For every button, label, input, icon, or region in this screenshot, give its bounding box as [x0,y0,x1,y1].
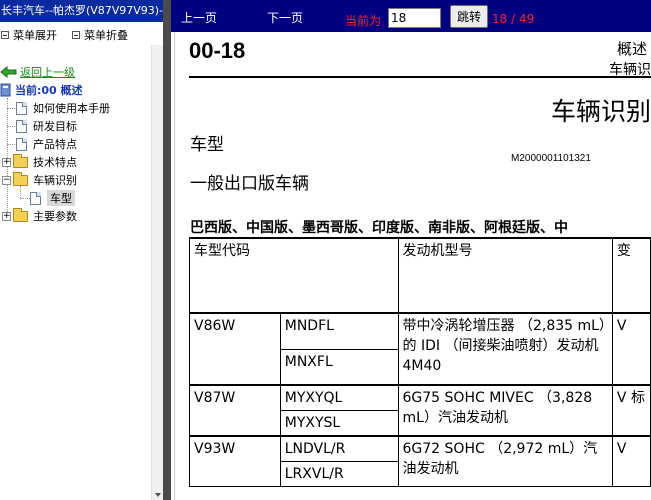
document-icon [30,191,41,205]
code-cell: LRXVL/R [279,461,399,487]
tree-item-dev-goals[interactable]: 研发目标 [16,118,77,134]
code-cell: MNXFL [279,348,399,386]
header-rule [189,76,651,78]
engine-cell: 6G75 SOHC MIVEC （3,828 mL）汽油发动机 [397,384,613,437]
tree-item-model[interactable]: 车型 [30,190,75,206]
expand-plus-icon[interactable]: + [2,157,11,167]
tree-toolbar: 菜单展开 菜单折叠 [0,27,163,45]
tree-scrollbar[interactable] [151,45,163,500]
extra-cell: V [611,312,651,386]
tree-item-how-to-use[interactable]: 如何使用本手册 [16,100,110,116]
back-link[interactable]: 返回上一级 [0,64,75,80]
table-row: V87W MYXYQL 6G75 SOHC MIVEC （3,828 mL）汽油… [189,384,651,437]
folder-open-icon [13,171,28,186]
current-node-label: 当前:00 概述 [15,84,83,97]
tree-item-product-features[interactable]: 产品特点 [16,136,77,152]
document-code: M2000001101321 [511,153,591,164]
tree-item-label-selected: 车型 [47,190,75,206]
collapse-menu-button[interactable]: 菜单折叠 [72,27,128,43]
region-list: 巴西版、中国版、墨西哥版、印度版、南非版、阿根廷版、中 [190,220,568,236]
section-number: 00-18 [189,38,246,63]
document-icon [16,101,27,115]
tree-item-label: 主要参数 [33,210,77,223]
table-row: V86W MNDFL 带中冷涡轮增压器 （2,835 mL）的 IDI （间接柴… [189,312,651,386]
tree-item-main-params[interactable]: + 主要参数 [2,207,77,224]
jump-button[interactable]: 跳转 [450,5,488,28]
expand-menu-button[interactable]: 菜单展开 [1,27,57,43]
tree-item-label: 车辆识别 [33,174,77,187]
collapse-minus-icon[interactable]: − [2,175,11,185]
window-title: 长丰汽车--帕杰罗(V87V97V93)- [0,0,163,22]
page-title: 车辆识别 [551,97,651,126]
folder-icon [13,207,28,222]
content-pane: 上一页 下一页 当前为 跳转 18 / 49 00-18 概述 车辆识 车辆识别… [171,0,651,500]
code-cell: LNDVL/R [279,435,399,462]
tree-item-label: 产品特点 [33,138,77,151]
engine-cell: 带中冷涡轮增压器 （2,835 mL）的 IDI （间接柴油喷射）发动机 4M4… [397,312,613,386]
current-node: 当前:00 概述 [0,82,83,98]
expand-menu-label: 菜单展开 [13,29,57,42]
document-icon [16,137,27,151]
extra-cell: V 标 [611,384,651,437]
tree-item-label: 研发目标 [33,120,77,133]
extra-cell: V [611,435,651,487]
document-page: 00-18 概述 车辆识 车辆识别 车型 M2000001101321 一般出口… [171,32,651,500]
table-row: V93W LNDVL/R 6G72 SOHC （2,972 mL）汽油发动机 V [189,435,651,487]
tree-item-label: 如何使用本手册 [33,102,110,115]
table-header: 变 [611,237,651,314]
heading-export: 一般出口版车辆 [190,174,309,194]
tree-item-tech-features[interactable]: + 技术特点 [2,153,77,170]
engine-cell: 6G72 SOHC （2,972 mL）汽油发动机 [397,435,613,487]
table-header: 发动机型号 [397,237,613,314]
folder-icon [13,153,28,168]
model-cell: V93W [189,435,281,487]
code-cell: MYXYQL [279,384,399,411]
collapse-menu-label: 菜单折叠 [84,29,128,42]
section-name: 概述 [616,40,647,58]
scroll-down-icon[interactable] [155,493,161,497]
page-navbar: 上一页 下一页 当前为 跳转 18 / 49 [171,0,651,32]
tree-item-vehicle-id[interactable]: − 车辆识别 [2,171,77,188]
page-count: 18 / 49 [492,12,535,26]
pane-splitter[interactable] [163,0,171,500]
table-header-row: 车型代码 发动机型号 变 [189,237,651,314]
code-cell: MYXYSL [279,410,399,437]
tree-item-label: 技术特点 [33,156,77,169]
current-page-label: 当前为 [345,14,382,28]
expand-icon [1,31,9,39]
back-arrow-icon [0,66,17,78]
page-number-input[interactable] [388,8,441,28]
navigation-pane: 长丰汽车--帕杰罗(V87V97V93)- 菜单展开 菜单折叠 返回上一级 当前… [0,0,163,500]
table-header: 车型代码 [189,237,399,314]
heading-model: 车型 [190,135,224,155]
next-page-link[interactable]: 下一页 [267,9,303,26]
model-cell: V87W [189,384,281,437]
model-cell: V86W [189,312,281,386]
code-cell: MNDFL [279,312,399,350]
book-icon [0,83,11,97]
model-spec-table: 车型代码 发动机型号 变 V86W MNDFL 带中冷涡轮增压器 （2,835 … [189,237,651,487]
document-icon [16,119,27,133]
collapse-icon [72,31,80,39]
expand-plus-icon[interactable]: + [2,211,11,221]
back-link-label: 返回上一级 [20,66,75,79]
prev-page-link[interactable]: 上一页 [181,9,217,26]
